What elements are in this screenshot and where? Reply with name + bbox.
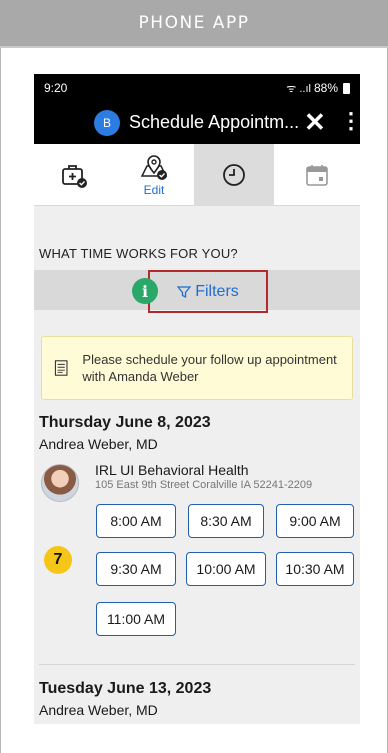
doctor-photo [41,464,79,502]
section-heading: WHAT TIME WORKS FOR YOU? [39,246,238,261]
banner-divider [0,46,388,48]
banner-label: PHONE APP [138,13,250,33]
tab-label-edit[interactable]: Edit [144,183,165,197]
tab-visit-type[interactable] [34,144,114,206]
document-icon [54,360,68,376]
day-heading: Thursday June 8, 2023 [39,414,211,431]
day-divider [39,664,355,665]
more-options-button[interactable]: ⋮ [340,108,360,134]
tab-location[interactable]: Edit [114,144,194,206]
filters-button[interactable]: Filters [148,270,268,313]
phone-screen: 9:20 ᯤ ..ıl 88% B Schedule Appointm... ✕… [34,74,360,724]
notice-text: Please schedule your follow up appointme… [82,352,337,384]
doctor-name: Andrea Weber, MD [39,702,158,718]
step-callout-badge: 7 [44,546,72,574]
section-banner: PHONE APP [0,0,388,46]
page-title: Schedule Appointm... [129,112,300,132]
time-slot-button[interactable]: 9:00 AM [276,504,354,538]
time-slot-button[interactable]: 8:00 AM [96,504,176,538]
calendar-icon [306,165,328,186]
day-heading: Tuesday June 13, 2023 [39,680,212,697]
avatar[interactable]: B [94,110,120,136]
time-slot-button[interactable]: 11:00 AM [96,602,176,636]
status-bar: 9:20 ᯤ ..ıl 88% [34,74,360,102]
close-button[interactable]: ✕ [304,107,326,138]
medical-kit-icon [62,165,87,188]
clinic-name: IRL UI Behavioral Health [95,462,249,478]
tab-time[interactable] [194,144,274,206]
app-bar: B Schedule Appointm... ✕ ⋮ [34,102,360,144]
battery-icon [343,82,350,94]
battery-percent: 88% [313,81,338,95]
clock-icon [223,164,245,186]
time-slot-button[interactable]: 10:00 AM [186,552,266,586]
location-pin-icon [140,154,168,180]
clinic-address: 105 East 9th Street Coralville IA 52241-… [95,479,313,491]
doctor-name: Andrea Weber, MD [39,436,158,452]
time-slot-button[interactable]: 10:30 AM [276,552,354,586]
step-tabs: Edit [34,144,360,206]
filters-label[interactable]: Filters [195,283,239,301]
tab-confirm[interactable] [274,144,360,206]
follow-up-notice: Please schedule your follow up appointme… [41,336,353,400]
filter-icon [177,285,192,298]
info-callout-badge: i [132,278,158,304]
time-slot-button[interactable]: 8:30 AM [188,504,264,538]
status-time: 9:20 [44,81,68,95]
time-slot-button[interactable]: 9:30 AM [96,552,176,586]
status-indicators: ᯤ ..ıl 88% [286,81,350,96]
signal-icon: ᯤ ..ıl [286,82,311,95]
